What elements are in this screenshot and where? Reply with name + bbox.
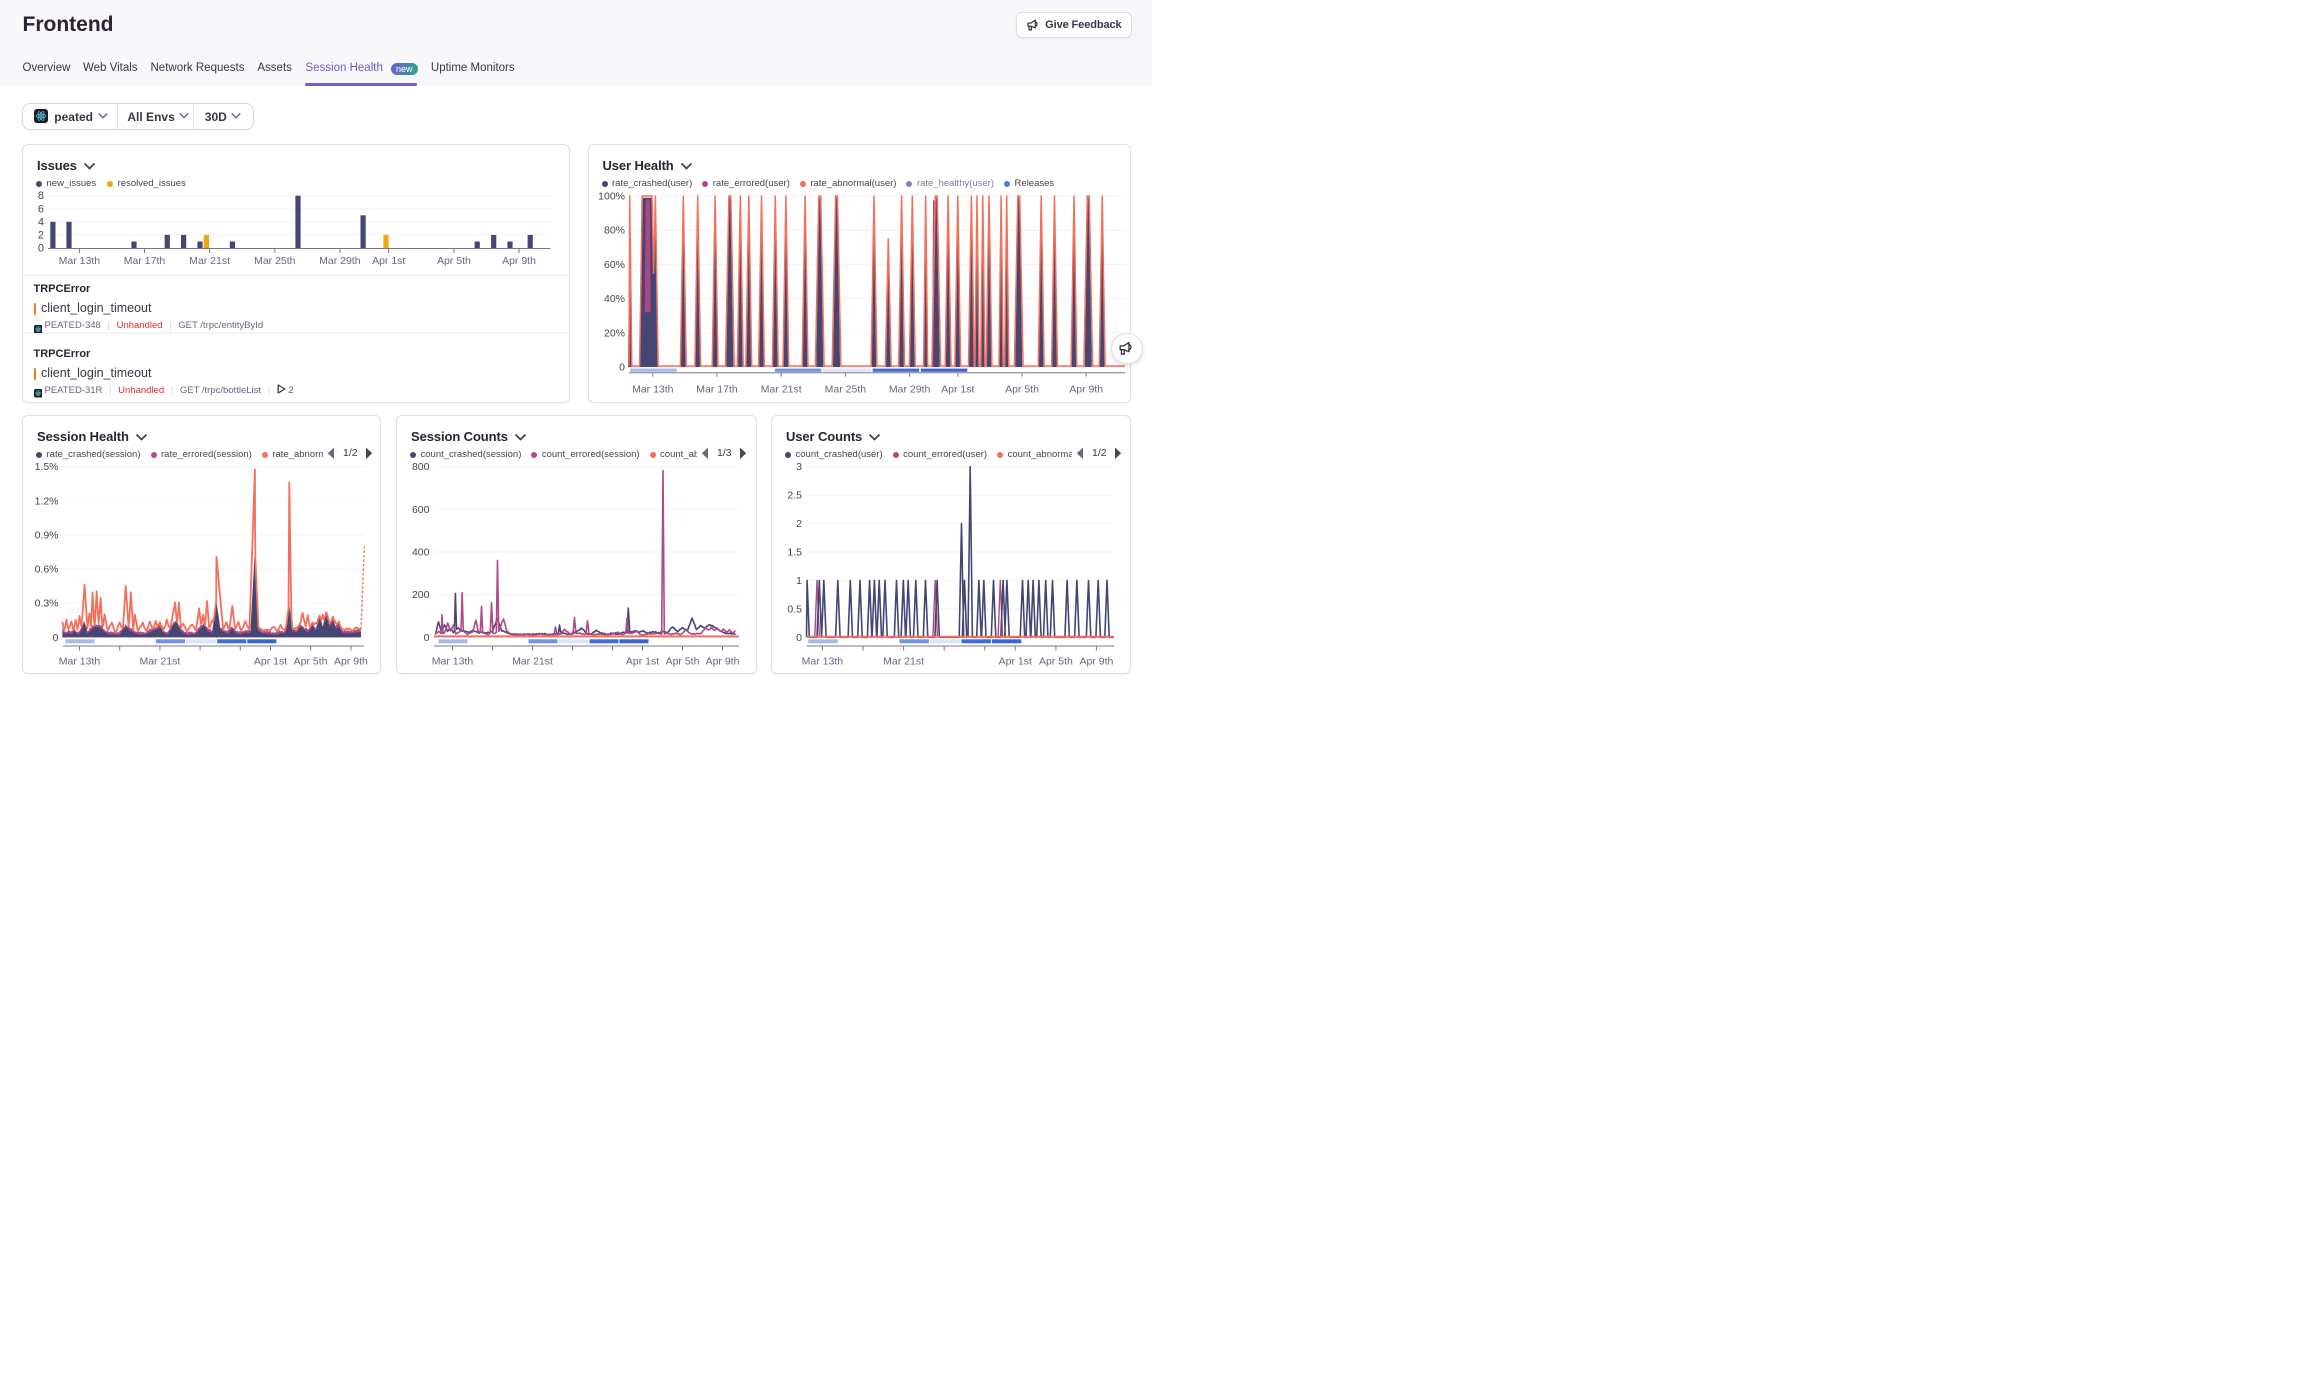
svg-text:60%: 60% [603, 259, 624, 271]
svg-text:Apr 9th: Apr 9th [502, 255, 536, 267]
svg-text:Mar 17th: Mar 17th [696, 384, 738, 396]
svg-text:Apr 9th: Apr 9th [334, 656, 368, 668]
svg-text:40%: 40% [603, 293, 624, 305]
svg-text:Mar 21st: Mar 21st [512, 656, 553, 668]
svg-text:Apr 1st: Apr 1st [999, 656, 1032, 668]
svg-text:4: 4 [38, 216, 44, 228]
svg-text:Mar 13th: Mar 13th [432, 656, 474, 668]
svg-text:Mar 21st: Mar 21st [883, 656, 924, 668]
svg-text:0.5: 0.5 [787, 603, 802, 615]
svg-text:3: 3 [796, 461, 802, 473]
svg-text:Apr 5th: Apr 5th [666, 656, 700, 668]
svg-text:0.9%: 0.9% [35, 529, 59, 541]
svg-text:0.6%: 0.6% [35, 564, 59, 576]
svg-text:Mar 29th: Mar 29th [319, 255, 361, 267]
svg-text:1: 1 [796, 575, 802, 587]
svg-text:2.5: 2.5 [787, 490, 802, 502]
svg-text:1.5: 1.5 [787, 547, 802, 559]
svg-text:Mar 21st: Mar 21st [189, 255, 230, 267]
svg-text:0: 0 [796, 632, 802, 644]
svg-text:Mar 13th: Mar 13th [59, 255, 101, 267]
svg-text:Mar 21st: Mar 21st [139, 656, 180, 668]
svg-text:0: 0 [619, 362, 625, 374]
svg-text:2: 2 [38, 229, 44, 241]
svg-text:Mar 29th: Mar 29th [888, 384, 930, 396]
svg-text:0: 0 [424, 632, 430, 644]
svg-text:Apr 5th: Apr 5th [1039, 656, 1073, 668]
svg-text:Apr 5th: Apr 5th [294, 656, 328, 668]
svg-text:Apr 5th: Apr 5th [437, 255, 471, 267]
svg-text:100%: 100% [598, 191, 625, 203]
svg-text:Apr 9th: Apr 9th [1079, 656, 1113, 668]
svg-text:Apr 1st: Apr 1st [372, 255, 405, 267]
svg-text:Mar 21st: Mar 21st [760, 384, 801, 396]
svg-text:6: 6 [38, 203, 44, 215]
svg-text:200: 200 [412, 589, 430, 601]
svg-text:600: 600 [412, 504, 430, 516]
svg-text:Mar 13th: Mar 13th [632, 384, 674, 396]
svg-text:0.3%: 0.3% [35, 598, 59, 610]
svg-text:Mar 17th: Mar 17th [124, 255, 166, 267]
svg-text:Mar 25th: Mar 25th [254, 255, 296, 267]
svg-text:Apr 5th: Apr 5th [1005, 384, 1039, 396]
svg-text:20%: 20% [603, 327, 624, 339]
svg-text:0: 0 [38, 243, 44, 255]
svg-text:2: 2 [796, 518, 802, 530]
svg-text:80%: 80% [603, 225, 624, 237]
svg-text:400: 400 [412, 547, 430, 559]
svg-text:Apr 9th: Apr 9th [1069, 384, 1103, 396]
svg-text:8: 8 [38, 190, 44, 202]
svg-text:Mar 25th: Mar 25th [824, 384, 866, 396]
svg-text:1.2%: 1.2% [35, 495, 59, 507]
svg-text:Apr 1st: Apr 1st [254, 656, 287, 668]
svg-text:Apr 9th: Apr 9th [706, 656, 740, 668]
svg-text:Mar 13th: Mar 13th [59, 656, 101, 668]
svg-text:Apr 1st: Apr 1st [941, 384, 974, 396]
svg-text:800: 800 [412, 461, 430, 473]
svg-text:Apr 1st: Apr 1st [626, 656, 659, 668]
svg-text:1.5%: 1.5% [35, 461, 59, 473]
svg-text:Mar 13th: Mar 13th [802, 656, 844, 668]
svg-text:0: 0 [53, 632, 59, 644]
